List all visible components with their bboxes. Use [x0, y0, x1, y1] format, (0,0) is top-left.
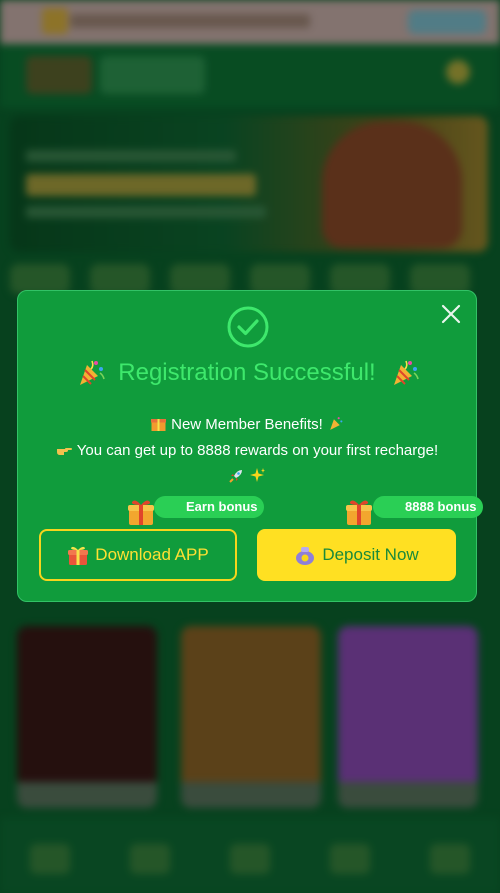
close-icon[interactable] [440, 303, 462, 325]
rocket-icon [229, 470, 242, 483]
modal-title: Registration Successful! [118, 359, 376, 386]
benefit-text-row: You can get up to 8888 rewards on your f… [18, 441, 476, 459]
party-popper-icon [394, 360, 419, 385]
gift-icon [150, 419, 166, 431]
benefit-text: You can get up to 8888 rewards on your f… [76, 442, 439, 459]
gift-icon [68, 546, 89, 565]
benefit-heading-row: New Member Benefits! [18, 415, 476, 433]
party-popper-icon [330, 417, 343, 430]
deposit-bonus-badge: 8888 bonus [373, 496, 483, 518]
check-circle-icon [227, 306, 269, 348]
coin-bag-icon [296, 547, 315, 565]
benefit-heading: New Member Benefits! [171, 416, 323, 433]
download-app-label: Download APP [95, 545, 209, 564]
deposit-now-button[interactable]: Deposit Now [257, 529, 456, 581]
point-right-icon [56, 448, 72, 455]
gift-icon [346, 500, 372, 525]
sparkles-icon [250, 468, 266, 482]
benefit-emoji-row [18, 467, 476, 485]
registration-success-modal: Registration Successful! New Member Bene… [17, 290, 483, 602]
party-popper-icon [79, 360, 105, 385]
deposit-now-label: Deposit Now [322, 545, 419, 564]
earn-bonus-badge: Earn bonus [154, 496, 264, 518]
download-app-button[interactable]: Download APP [39, 529, 237, 581]
gift-icon [128, 500, 154, 525]
title-row: Registration Successful! [18, 357, 476, 389]
